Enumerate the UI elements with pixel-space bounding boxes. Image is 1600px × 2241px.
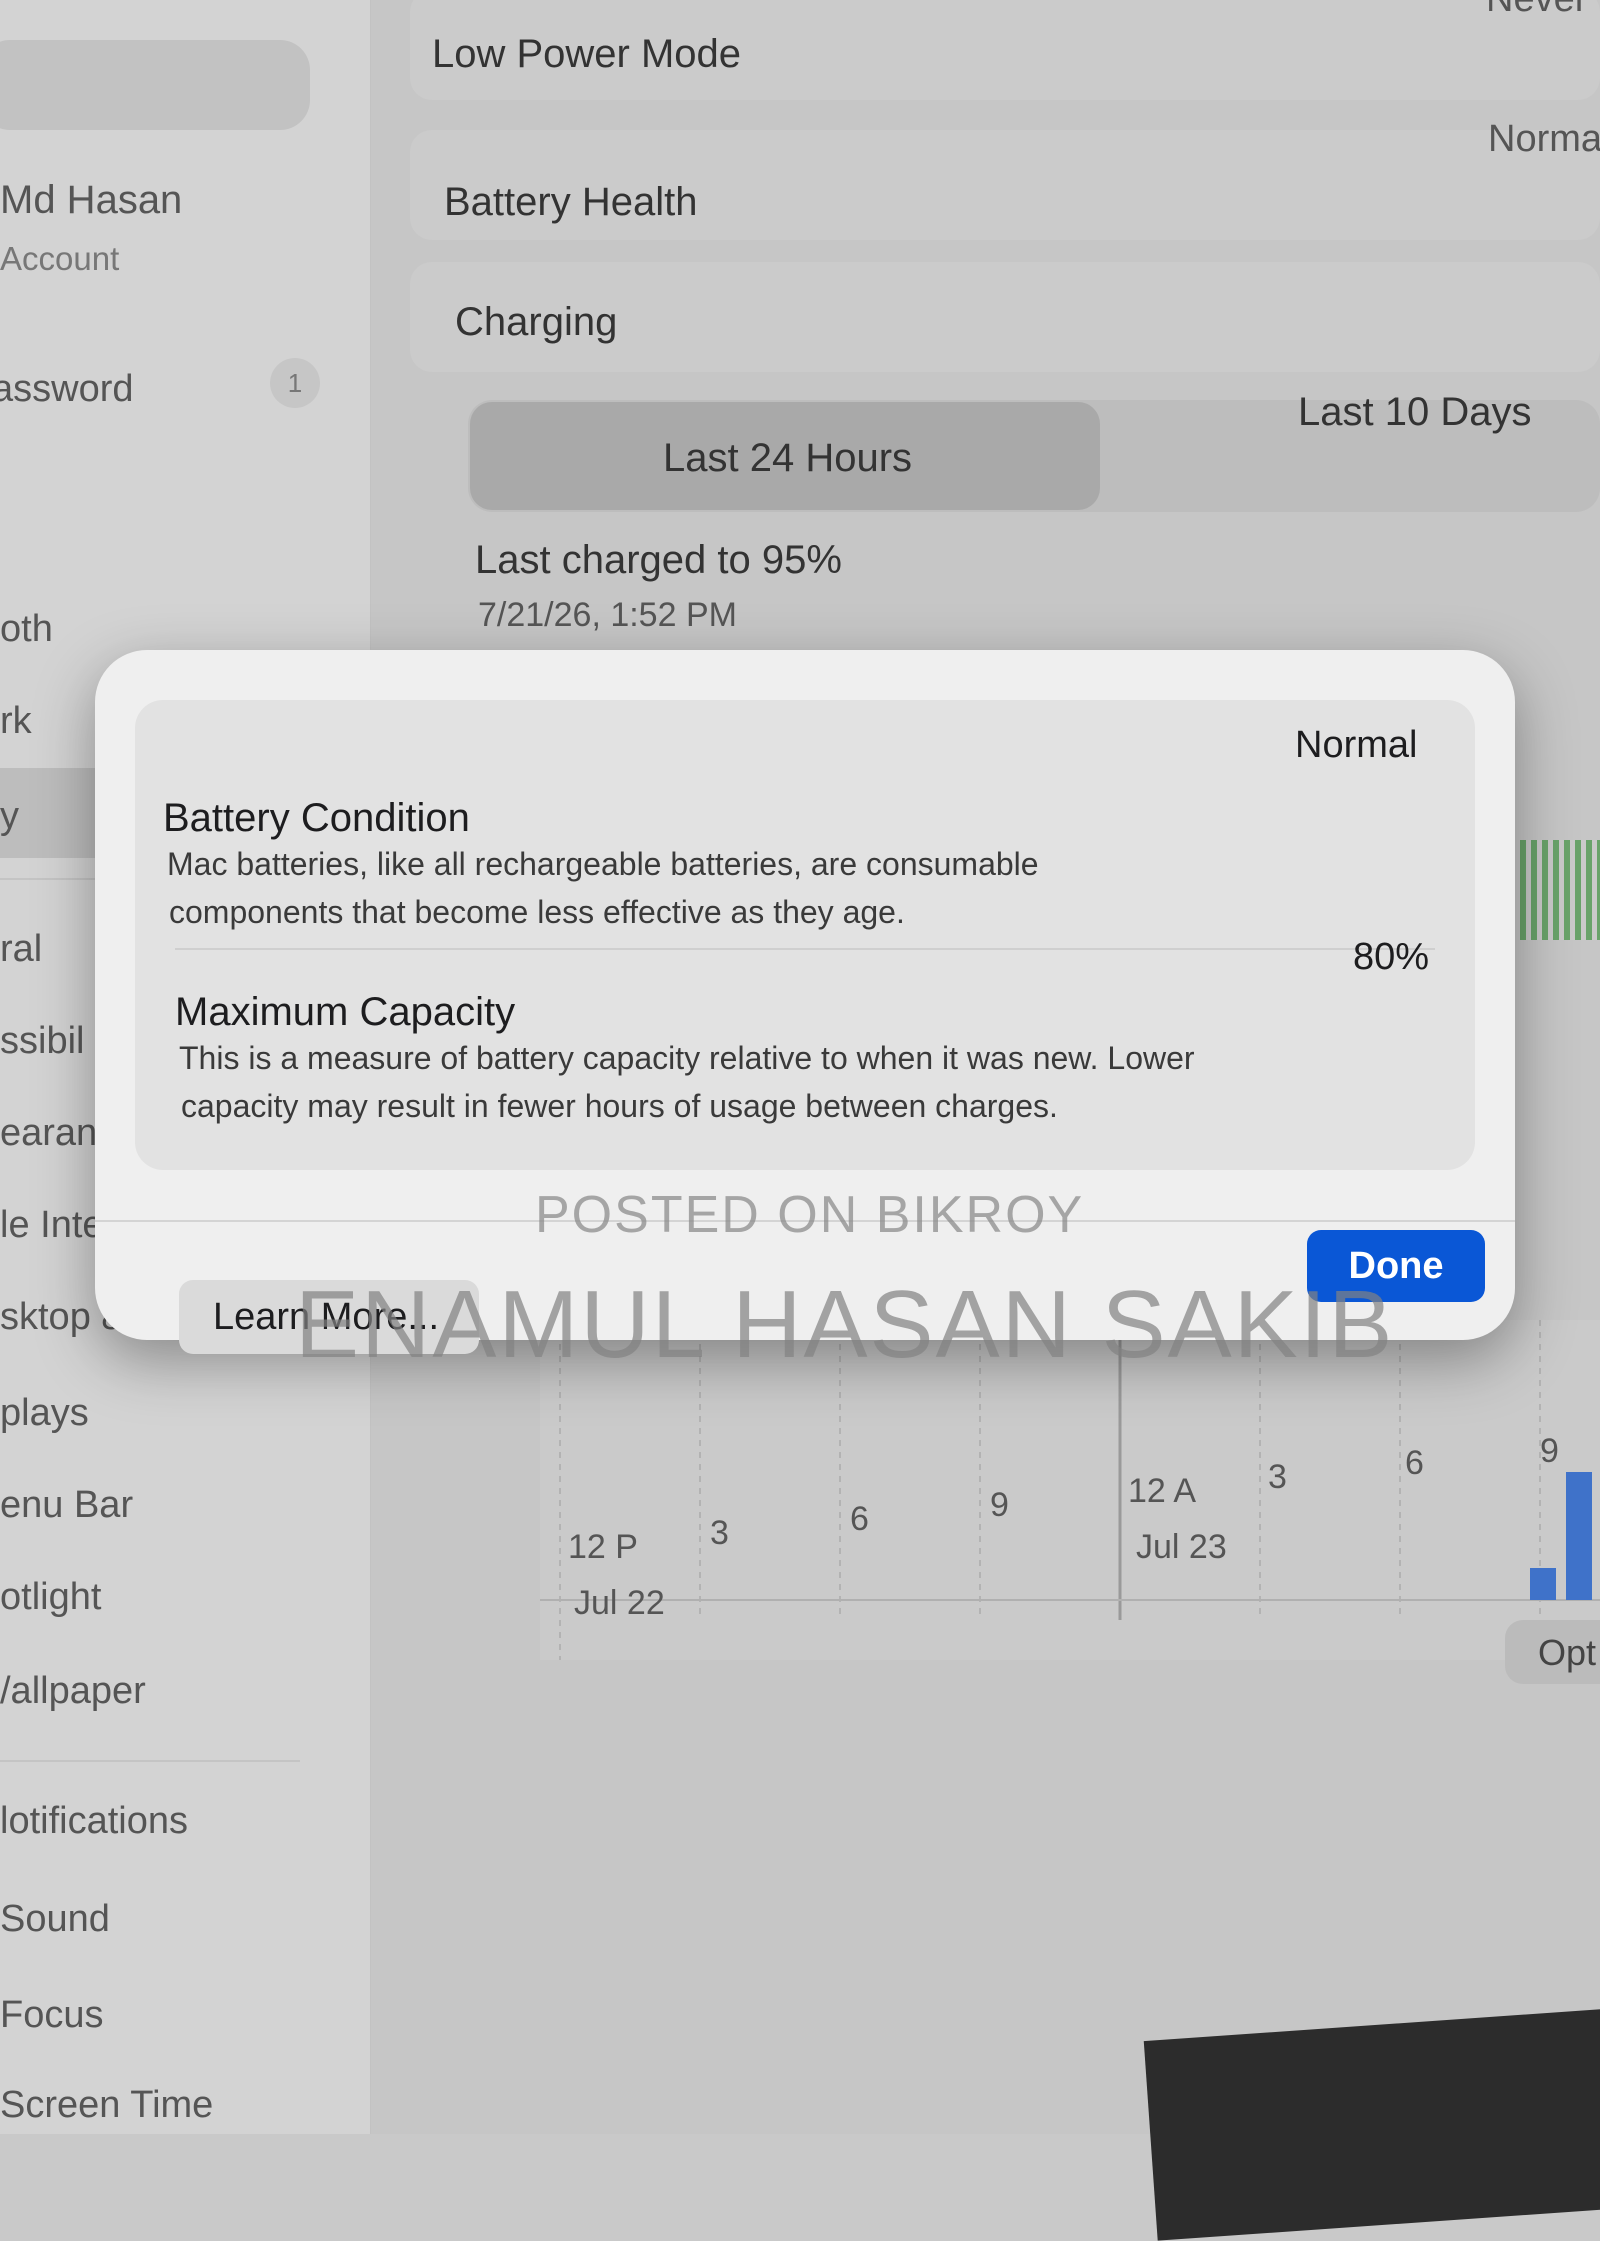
maximum-capacity-value: 80% xyxy=(1353,936,1430,978)
x-tick-3: 3 xyxy=(710,1514,729,1552)
passwords-badge: 1 xyxy=(270,358,320,408)
sidebar-item-screen-time[interactable]: Screen Time xyxy=(0,2084,213,2127)
sidebar-divider xyxy=(0,1760,300,1762)
battery-info-card: Battery Condition Mac batteries, like al… xyxy=(135,700,1475,1170)
x-tick-3-b: 3 xyxy=(1268,1458,1287,1496)
sidebar-search-field[interactable] xyxy=(0,40,310,130)
tab-last-24-hours-label: Last 24 Hours xyxy=(663,436,913,480)
battery-condition-desc-line1: Mac batteries, like all rechargeable bat… xyxy=(167,846,1039,882)
sidebar-item-spotlight[interactable]: otlight xyxy=(0,1576,101,1619)
sidebar-user-name[interactable]: Md Hasan xyxy=(0,178,182,223)
sidebar-item-notifications[interactable]: lotifications xyxy=(0,1800,188,1843)
x-tick-9-b: 9 xyxy=(1540,1432,1559,1470)
chart-bar-small xyxy=(1530,1568,1556,1600)
battery-condition-value: Normal xyxy=(1295,724,1418,766)
tab-last-10-days[interactable]: Last 10 Days xyxy=(1298,390,1531,435)
battery-condition-desc-line2: components that become less effective as… xyxy=(169,894,905,930)
battery-level-bars xyxy=(1520,840,1600,940)
x-tick-12p: 12 P xyxy=(568,1528,638,1566)
last-charged-label: Last charged to 95% xyxy=(475,538,842,582)
watermark-line2: ENAMUL HASAN SAKIB xyxy=(295,1271,1395,1378)
chart-bar-9 xyxy=(1566,1472,1592,1600)
maximum-capacity-desc-line1: This is a measure of battery capacity re… xyxy=(179,1040,1195,1076)
x-tick-12a: 12 A xyxy=(1128,1472,1197,1510)
sidebar-item-general[interactable]: ral xyxy=(0,928,42,971)
last-charged-time: 7/21/26, 1:52 PM xyxy=(478,596,737,634)
date-label-jul-22: Jul 22 xyxy=(574,1584,665,1622)
sidebar-item-focus[interactable]: Focus xyxy=(0,1994,103,2037)
battery-health-value: Norma xyxy=(1488,118,1600,160)
watermark-line1: POSTED ON BIKROY xyxy=(535,1186,1085,1244)
x-tick-6-b: 6 xyxy=(1405,1444,1424,1482)
maximum-capacity-title: Maximum Capacity xyxy=(175,990,516,1034)
x-tick-9: 9 xyxy=(990,1486,1009,1524)
sidebar-item-menu-bar[interactable]: enu Bar xyxy=(0,1484,133,1527)
sidebar-item-wallpaper[interactable]: /allpaper xyxy=(0,1670,146,1713)
sidebar-item-sound[interactable]: Sound xyxy=(0,1898,110,1941)
sidebar-item-apple-intelligence[interactable]: le Inte xyxy=(0,1204,104,1247)
low-power-mode-value[interactable]: Never xyxy=(1486,0,1587,21)
charging-label: Charging xyxy=(455,300,618,344)
options-button-label: Opt xyxy=(1538,1632,1597,1673)
sidebar-item-accessibility[interactable]: ssibil xyxy=(0,1020,84,1063)
sidebar-item-network[interactable]: rk xyxy=(0,700,32,743)
x-tick-6: 6 xyxy=(850,1500,869,1538)
date-label-jul-23: Jul 23 xyxy=(1136,1528,1227,1566)
card-divider xyxy=(175,948,1435,950)
sidebar-user-subtitle: Account xyxy=(0,240,120,277)
battery-condition-title: Battery Condition xyxy=(163,796,470,840)
sidebar-item-displays[interactable]: plays xyxy=(0,1392,89,1435)
screen-bezel-edge xyxy=(1143,1999,1600,2241)
sidebar-item-passwords[interactable]: assword xyxy=(0,368,134,411)
sidebar-item-battery[interactable]: y xyxy=(0,795,19,838)
maximum-capacity-desc-line2: capacity may result in fewer hours of us… xyxy=(181,1088,1058,1124)
sidebar-item-bluetooth[interactable]: oth xyxy=(0,608,53,651)
low-power-mode-label: Low Power Mode xyxy=(432,32,742,76)
settings-window: Md Hasan Account assword 1 oth rk y ral … xyxy=(0,0,1600,2241)
battery-health-label: Battery Health xyxy=(444,180,698,224)
